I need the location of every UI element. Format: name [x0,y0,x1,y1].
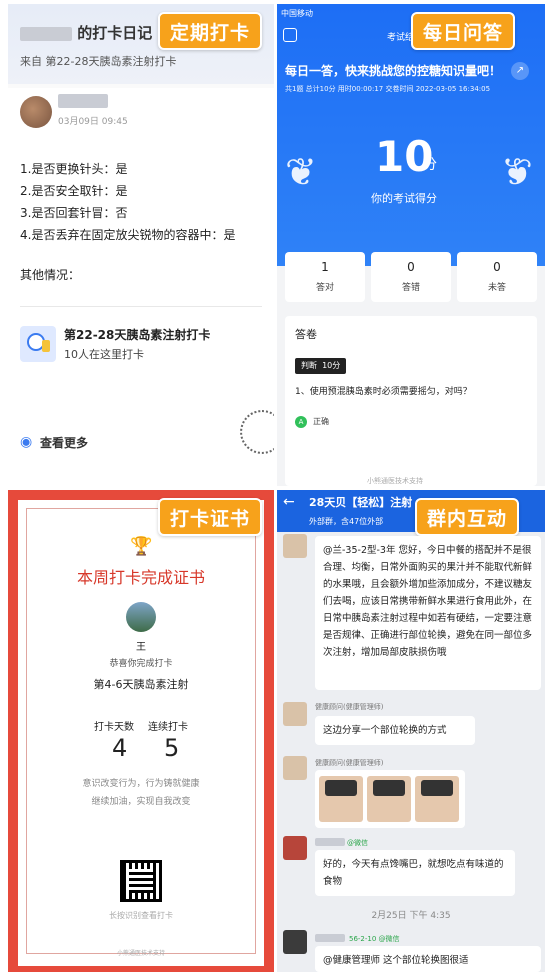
chat-message: @健康管理师 这个部位轮换图很适 [315,946,541,972]
divider [20,306,262,307]
stat-wrong-value: 0 [407,260,415,274]
stat-unanswered-value: 0 [493,260,501,274]
avatar[interactable] [283,836,307,860]
score-unit: 分 [423,157,437,173]
chat-message: 好的，今天有点馋嘴巴，就想吃点有味道的食物 [315,850,515,896]
scan-hint: 长按识别查看打卡 [109,911,173,920]
certificate: 🏆 本周打卡完成证书 王 恭喜你完成打卡 第4-6天胰岛素注射 打卡天数 连续打… [18,500,264,966]
home-icon[interactable] [283,28,297,42]
checkin-group-icon[interactable] [20,326,56,362]
avatar[interactable] [283,534,307,558]
group-chat-panel: ← 28天贝【轻松】注射 外部群，含47位外部 群内互动 @兰-35-2型-3年… [277,490,545,972]
diary-title: 的打卡日记 [77,24,153,42]
tag-daily-quiz: 每日问答 [411,12,516,50]
user-name: 王 [136,642,146,653]
powered-by: 小熊通医技术支持 [367,477,423,485]
avatar[interactable] [283,702,307,726]
blurred-username [20,26,72,41]
sender-name: 健康顾问(健康管理师) [315,759,384,767]
rotation-diagram-image[interactable] [315,770,465,828]
powered-by: 小熊通医技术支持 [116,950,165,957]
answer-sheet: 答卷 判断 10分 1、使用预混胰岛素时必须需要摇匀，对吗？ A 正确 [285,316,537,486]
answer-sheet-title: 答卷 [295,328,317,341]
daily-quiz-panel: 中国移动 考试结 每日一答，快来挑战您的控糖知识量吧！ ↗ 共1题 总计10分 … [277,4,545,486]
motto-line-2: 继续加油，实现自我改变 [91,797,191,807]
question-type-badge: 判断 10分 [295,358,347,374]
timestamp: 2月25日 下午 4:35 [371,911,451,921]
question-3: 3.是否回套针冒：否 [20,206,128,220]
option-letter: A [295,416,307,428]
tag-group-interaction: 群内互动 [415,498,520,536]
app-title: 考试结 [387,33,415,43]
certificate-title: 本周打卡完成证书 [76,568,205,587]
status-carrier: 中国移动 [281,9,313,18]
stat-unanswered-label: 未答 [487,283,506,293]
streak-label: 连续打卡 [148,722,188,733]
chat-subtitle: 外部群，含47位外部 [309,517,384,526]
chat-message: @兰-35-2型-3年 您好，今日中餐的搭配并不是很合理、均衡，日常外面购买的果… [315,536,541,690]
mini-program-code [240,410,274,454]
collage: 的打卡日记 来自 第22-28天胰岛素注射打卡 定期打卡 03月09日 09:4… [0,0,549,976]
tag-certificate: 打卡证书 [158,498,263,536]
stat-wrong: 0 答错 [371,252,451,302]
question-text: 1、使用预混胰岛素时必须需要摇匀，对吗？ [295,387,472,397]
sender-name: @微信 [347,839,368,847]
blurred-name [315,934,345,942]
blurred-name [58,94,108,108]
avatar [126,602,156,632]
laurel-left-icon: ❦ [285,150,317,194]
avatar[interactable] [283,756,307,780]
checkin-group-count: 10人在这里打卡 [64,348,144,361]
question-points: 10分 [322,361,341,370]
question-1: 1.是否更换针头：是 [20,162,128,176]
stat-unanswered: 0 未答 [457,252,537,302]
laurel-right-icon: ❦ [501,150,533,194]
avatar[interactable] [283,930,307,954]
chat-message: 这边分享一个部位轮换的方式 [315,716,475,745]
question-4: 4.是否丢弃在固定放尖锐物的容器中：是 [20,228,236,242]
diary-card: 03月09日 09:45 1.是否更换针头：是 2.是否安全取针：是 3.是否回… [8,88,274,486]
share-icon[interactable]: ↗ [511,62,529,80]
certificate-panel: 🏆 本周打卡完成证书 王 恭喜你完成打卡 第4-6天胰岛素注射 打卡天数 连续打… [8,490,274,972]
congrats-text: 恭喜你完成打卡 [109,659,173,669]
stat-wrong-label: 答错 [401,283,420,293]
days-value: 4 [112,734,128,762]
checkin-diary-panel: 的打卡日记 来自 第22-28天胰岛素注射打卡 定期打卡 03月09日 09:4… [8,4,274,486]
diary-source: 来自 第22-28天胰岛素注射打卡 [20,55,177,68]
sender-name: 56-2-10 @微信 [349,935,400,943]
question-2: 2.是否安全取针：是 [20,184,128,198]
sender-name: 健康顾问(健康管理师) [315,703,384,711]
avatar[interactable] [20,96,52,128]
blurred-name [315,838,345,846]
stat-correct-value: 1 [321,260,329,274]
checkin-group-title[interactable]: 第22-28天胰岛素注射打卡 [64,326,210,343]
stat-correct: 1 答对 [285,252,365,302]
score-label: 你的考试得分 [371,192,437,205]
qr-code[interactable] [120,860,162,902]
fingerprint-icon: ◉ [20,434,33,450]
chat-title: 28天贝【轻松】注射 [309,496,413,509]
days-label: 打卡天数 [94,722,134,733]
streak-value: 5 [164,734,180,762]
tag-regular-checkin: 定期打卡 [158,12,263,50]
quiz-meta: 共1题 总计10分 用时00:00:17 交卷时间 2022-03-05 16:… [285,85,491,93]
view-more-link[interactable]: 查看更多 [40,434,88,451]
quiz-headline: 每日一答，快来挑战您的控糖知识量吧！ [285,64,502,78]
back-arrow-icon[interactable]: ← [283,494,295,510]
checkin-period: 第4-6天胰岛素注射 [93,678,189,691]
post-date: 03月09日 09:45 [58,117,128,127]
stat-correct-label: 答对 [315,283,334,293]
motto-line-1: 意识改变行为，行为铸就健康 [82,779,200,789]
option-text[interactable]: 正确 [313,416,329,427]
other-notes: 其他情况： [20,268,81,282]
question-type: 判断 [301,361,317,370]
trophy-icon: 🏆 [130,536,153,557]
